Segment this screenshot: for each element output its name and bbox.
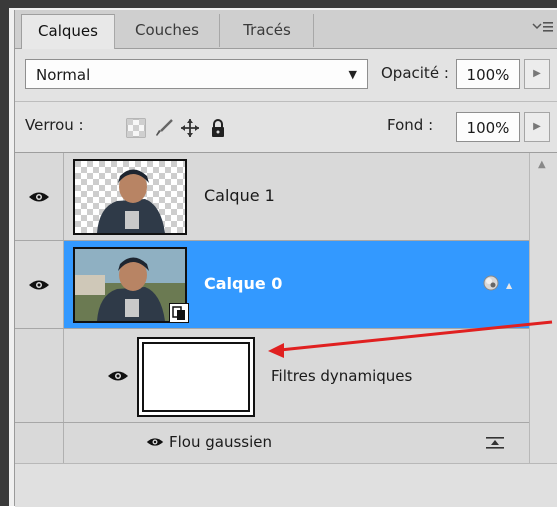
window-frame: Calques Couches Tracés Normal ▼ Opacité … [0,0,557,507]
annotation-arrow-icon [268,320,553,358]
